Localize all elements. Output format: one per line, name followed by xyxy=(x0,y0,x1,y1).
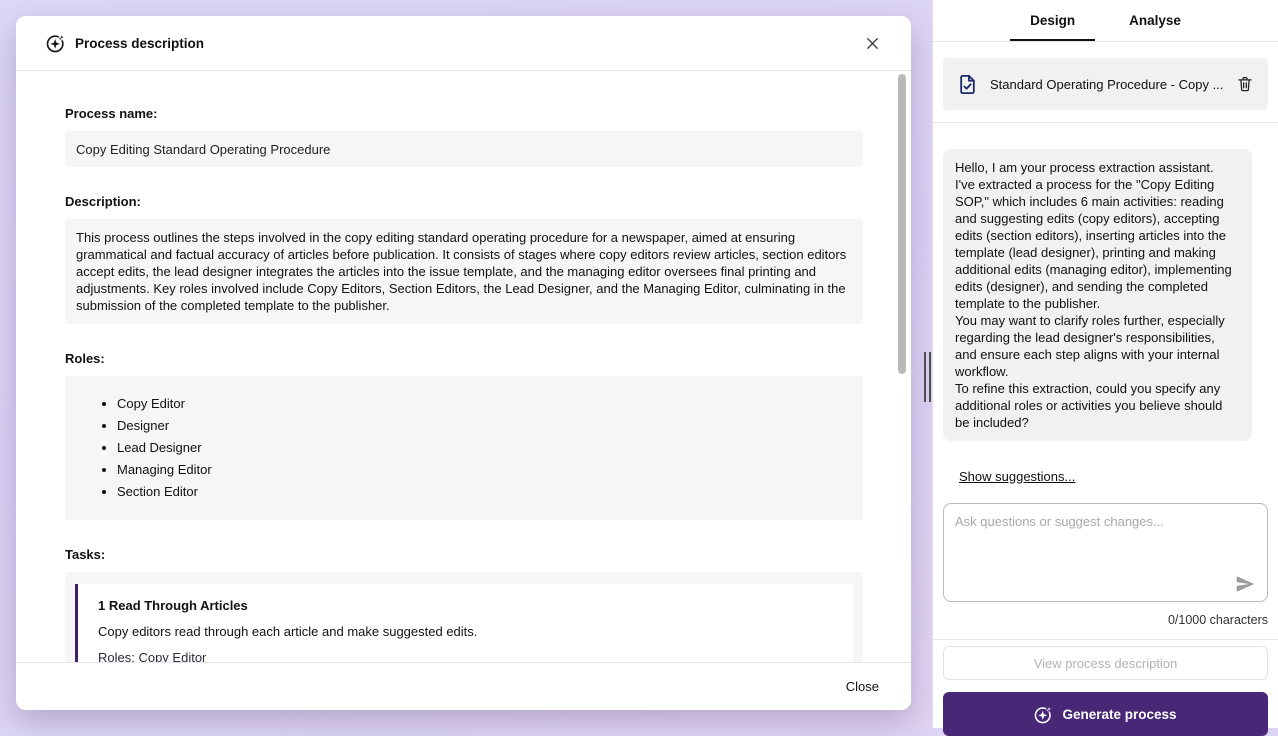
sparkle-circle-icon xyxy=(46,33,66,53)
modal-footer: Close xyxy=(16,662,911,710)
modal-scrollbar[interactable] xyxy=(898,74,906,374)
close-button[interactable]: Close xyxy=(846,673,879,700)
role-item: Managing Editor xyxy=(117,459,853,481)
chat-input-wrap xyxy=(943,503,1268,607)
process-name-value: Copy Editing Standard Operating Procedur… xyxy=(65,131,863,167)
panel-resize-handle[interactable] xyxy=(924,352,931,402)
sparkle-circle-icon xyxy=(1034,705,1053,724)
role-item: Section Editor xyxy=(117,481,853,503)
process-name-label: Process name: xyxy=(65,106,863,121)
view-process-description-button[interactable]: View process description xyxy=(943,646,1268,680)
roles-label: Roles: xyxy=(65,351,863,366)
description-value: This process outlines the steps involved… xyxy=(65,219,863,324)
modal-body: Process name: Copy Editing Standard Oper… xyxy=(16,72,911,662)
role-item: Copy Editor xyxy=(117,393,853,415)
tasks-label: Tasks: xyxy=(65,547,863,562)
task-card: 1 Read Through Articles Copy editors rea… xyxy=(75,584,853,662)
char-counter: 0/1000 characters xyxy=(943,613,1268,627)
generate-process-label: Generate process xyxy=(1062,707,1176,722)
modal-header: Process description xyxy=(16,16,911,71)
role-item: Designer xyxy=(117,415,853,437)
trash-icon[interactable] xyxy=(1235,74,1255,94)
chat-input[interactable] xyxy=(943,503,1268,602)
tab-design[interactable]: Design xyxy=(1010,0,1095,41)
task-title: 1 Read Through Articles xyxy=(98,598,833,613)
roles-box: Copy Editor Designer Lead Designer Manag… xyxy=(65,376,863,520)
panel-divider xyxy=(933,122,1278,123)
generate-process-button[interactable]: Generate process xyxy=(943,692,1268,736)
tab-analyse[interactable]: Analyse xyxy=(1109,0,1201,41)
description-label: Description: xyxy=(65,194,863,209)
role-item: Lead Designer xyxy=(117,437,853,459)
show-suggestions-link[interactable]: Show suggestions... xyxy=(959,469,1075,484)
panel-divider xyxy=(933,639,1278,640)
tasks-box: 1 Read Through Articles Copy editors rea… xyxy=(65,572,863,662)
task-roles: Roles: Copy Editor xyxy=(98,650,833,662)
document-check-icon xyxy=(956,73,979,96)
send-icon[interactable] xyxy=(1234,573,1256,595)
process-description-modal: Process description Process name: Copy E… xyxy=(16,16,911,710)
side-panel: Design Analyse Standard Operating Proced… xyxy=(932,0,1278,728)
close-icon[interactable] xyxy=(859,30,885,56)
artifact-card[interactable]: Standard Operating Procedure - Copy ... xyxy=(943,58,1268,110)
artifact-name: Standard Operating Procedure - Copy ... xyxy=(990,77,1224,92)
task-description: Copy editors read through each article a… xyxy=(98,624,833,639)
modal-title: Process description xyxy=(75,36,204,51)
roles-list: Copy Editor Designer Lead Designer Manag… xyxy=(75,393,853,503)
assistant-message: Hello, I am your process extraction assi… xyxy=(943,149,1252,441)
tab-bar: Design Analyse xyxy=(933,0,1278,42)
